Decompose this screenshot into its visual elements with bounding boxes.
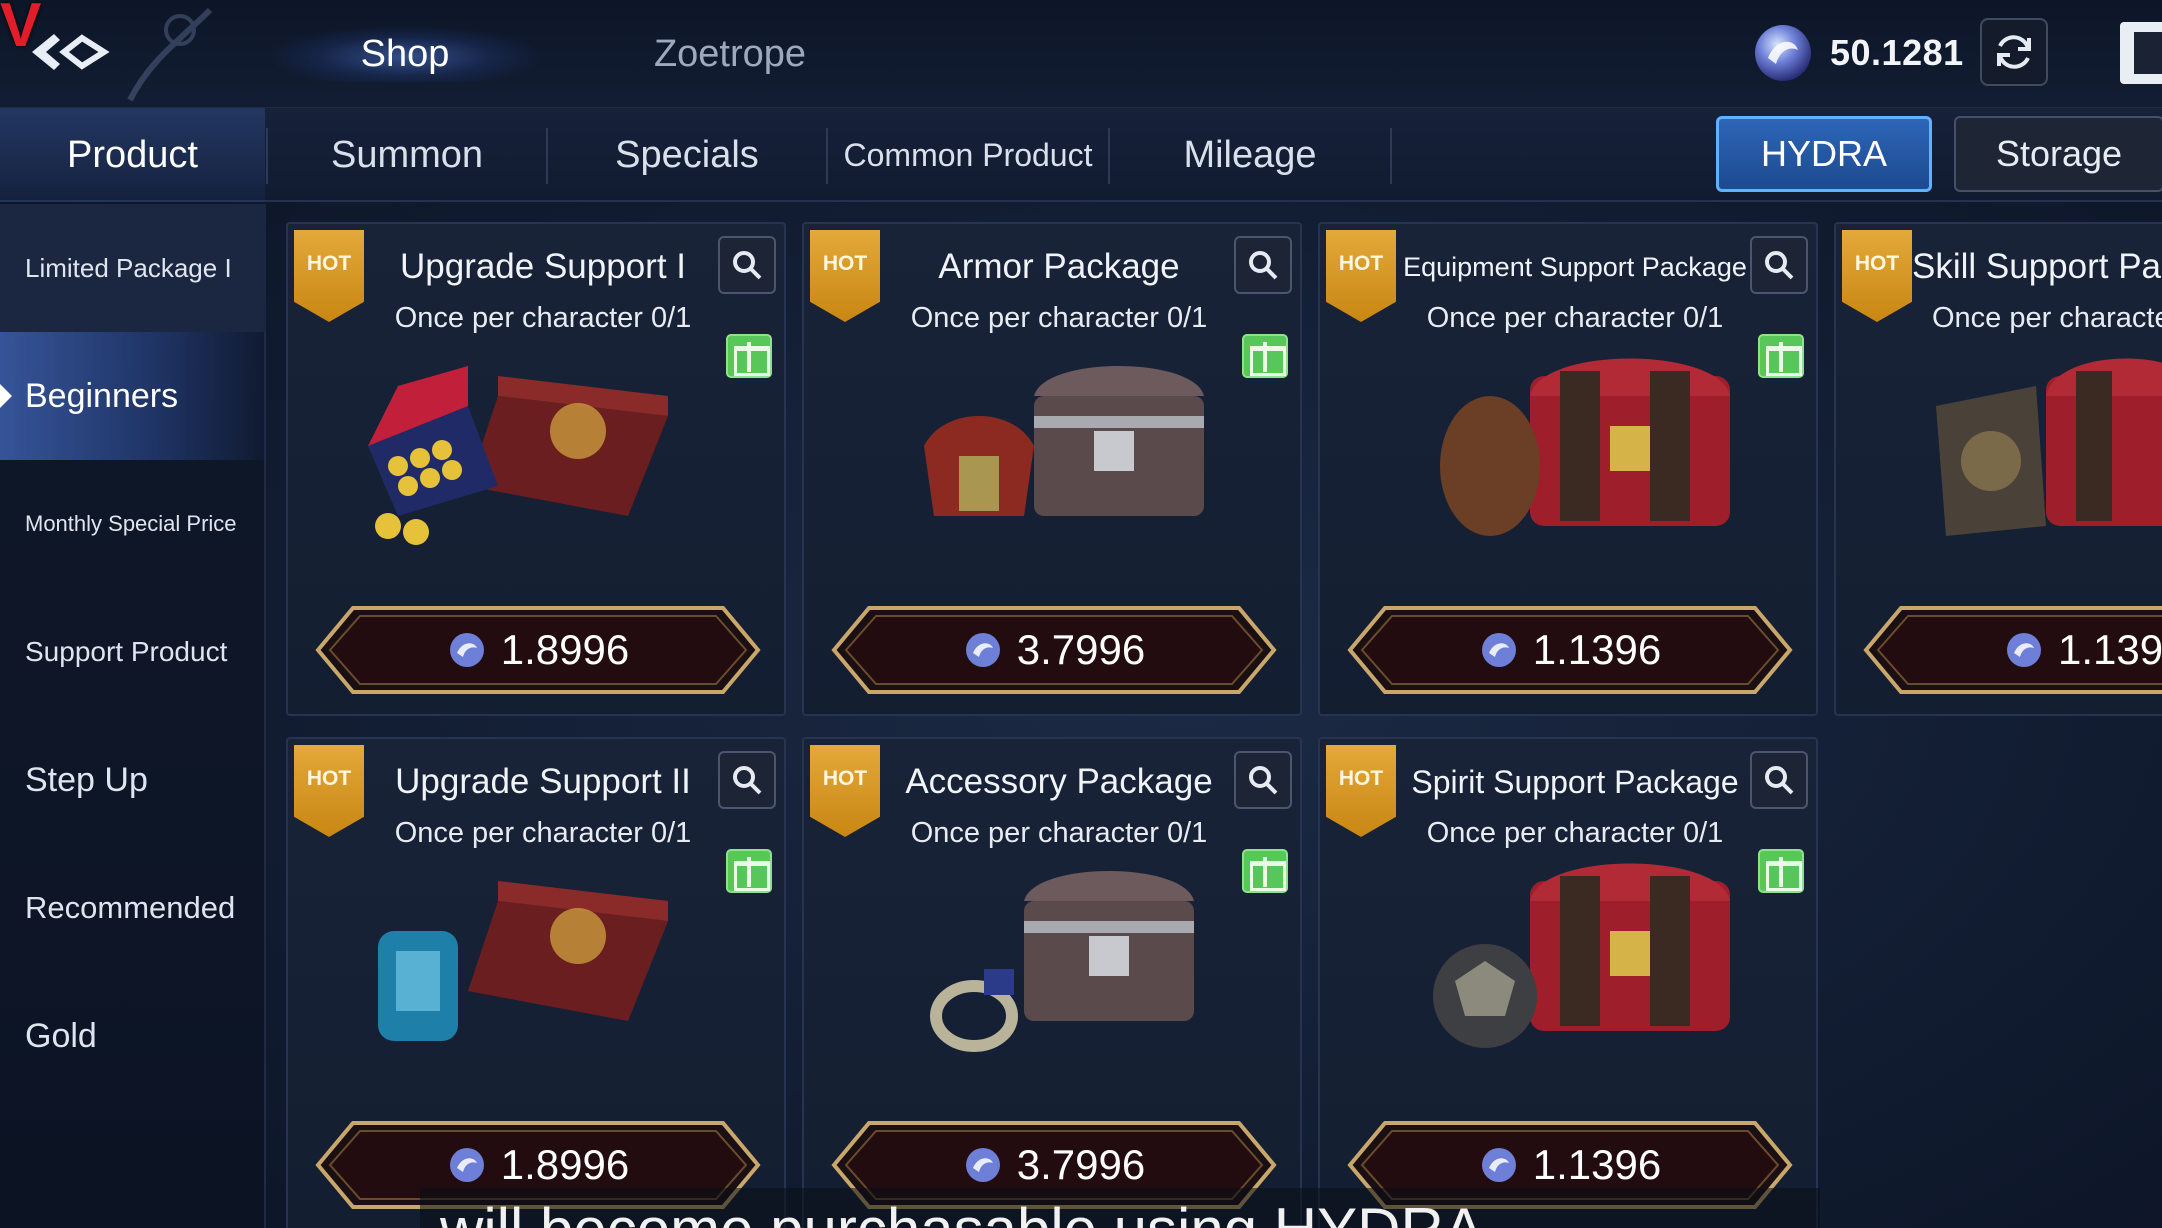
upgrade-box-icon: [368, 366, 668, 545]
tab-mileage[interactable]: Mileage: [1110, 108, 1390, 202]
preview-button[interactable]: [1750, 751, 1808, 809]
tab-common-product[interactable]: Common Product: [828, 108, 1108, 202]
product-card[interactable]: HOT Accessory Package Once per character…: [802, 737, 1302, 1228]
tab-shop[interactable]: Shop: [270, 26, 540, 82]
price-value: 1.8996: [500, 626, 630, 673]
tab-zoetrope[interactable]: Zoetrope: [600, 26, 860, 82]
price-button[interactable]: 1.1396: [1340, 602, 1800, 698]
currency-amount: 50.1281: [1830, 32, 1964, 73]
search-icon: [1249, 766, 1278, 795]
hydra-gem-icon: [2007, 633, 2041, 667]
armor-chest-icon: [924, 366, 1204, 516]
product-title: Accessory Package: [905, 762, 1213, 801]
search-icon: [1765, 766, 1794, 795]
subtitle-caption: will become purchasable using HYDRA: [440, 1190, 1800, 1228]
sidebar-item-label: Limited Package I: [25, 252, 232, 283]
product-title: Spirit Support Package: [1411, 763, 1739, 800]
preview-button[interactable]: [1234, 751, 1292, 809]
price-value: 1.1396: [1532, 626, 1662, 673]
product-title: Upgrade Support I: [399, 247, 686, 286]
hot-badge: HOT: [1842, 230, 1912, 322]
skill-chest-icon: [1936, 358, 2162, 536]
price-value: 1.8996: [500, 1141, 630, 1188]
sidebar-item-label: Recommended: [25, 890, 236, 925]
refresh-icon: [1997, 35, 2031, 69]
preview-button[interactable]: [1234, 236, 1292, 294]
search-icon: [733, 766, 762, 795]
shop-screen: V Shop Zoetrope 50.1281 Product Summon S…: [0, 0, 2162, 1228]
gift-icon[interactable]: [1242, 849, 1288, 893]
spirit-chest-icon: [1433, 863, 1730, 1048]
product-card[interactable]: HOT Upgrade Support II Once per characte…: [286, 737, 786, 1228]
accessory-chest-icon: [930, 871, 1194, 1052]
price-button[interactable]: 1.1396: [1856, 602, 2162, 698]
product-card[interactable]: HOT Upgrade Support I Once per character…: [286, 222, 786, 716]
preview-button[interactable]: [718, 751, 776, 809]
search-icon: [1765, 251, 1794, 280]
tab-product[interactable]: Product: [0, 108, 265, 202]
sidebar-item-step-up[interactable]: Step Up: [0, 716, 266, 844]
subtitle-caption-text: will become purchasable using HYDRA: [440, 1200, 1800, 1228]
price-value: 3.7996: [1016, 1141, 1146, 1188]
gift-icon[interactable]: [726, 849, 772, 893]
sidebar-item-limited-package[interactable]: Limited Package I: [0, 204, 266, 332]
divider: [1390, 128, 1392, 184]
exit-icon[interactable]: [2120, 22, 2162, 84]
ornament-icon: [127, 7, 213, 102]
hydra-gem-icon: [1755, 25, 1811, 81]
preview-button[interactable]: [1750, 236, 1808, 294]
product-card[interactable]: HOT Skill Support Pac Once per characte …: [1834, 222, 2162, 716]
tab-summon[interactable]: Summon: [268, 108, 546, 202]
sidebar-item-recommended[interactable]: Recommended: [0, 844, 266, 972]
gift-icon[interactable]: [726, 334, 772, 378]
currency-balance: 50.1281: [1750, 18, 1964, 88]
price-value: 1.1396: [1532, 1141, 1662, 1188]
sidebar-item-gold[interactable]: Gold: [0, 972, 266, 1100]
gift-icon[interactable]: [1758, 334, 1804, 378]
hydra-gem-icon: [965, 633, 1000, 667]
top-bar: V Shop Zoetrope 50.1281: [0, 0, 2162, 108]
hydra-gem-icon: [449, 633, 484, 667]
hydra-gem-icon: [1481, 1148, 1516, 1182]
price-value: 3.7996: [1016, 626, 1146, 673]
product-title: Skill Support Pac: [1912, 247, 2162, 286]
product-card[interactable]: HOT Spirit Support Package Once per char…: [1318, 737, 1818, 1228]
hydra-gem-icon: [449, 1148, 484, 1182]
refresh-button[interactable]: [1980, 18, 2048, 86]
sidebar-item-label: Support Product: [25, 636, 228, 667]
sidebar-item-label: Beginners: [25, 376, 179, 415]
sidebar-item-label: Monthly Special Price: [25, 511, 237, 536]
price-value: 1.1396: [2058, 626, 2162, 673]
product-title: Armor Package: [938, 247, 1180, 286]
gift-icon[interactable]: [1758, 849, 1804, 893]
sidebar: Limited Package I Beginners Monthly Spec…: [0, 204, 266, 1228]
sidebar-item-label: Step Up: [25, 760, 148, 799]
category-bar: Product Summon Specials Common Product M…: [0, 108, 2162, 202]
product-card[interactable]: HOT Equipment Support Package Once per c…: [1318, 222, 1818, 716]
equipment-chest-icon: [1440, 358, 1730, 536]
preview-button[interactable]: [718, 236, 776, 294]
charm-box-icon: [378, 881, 668, 1041]
back-button[interactable]: [20, 20, 120, 84]
sidebar-item-support-product[interactable]: Support Product: [0, 588, 266, 716]
price-button[interactable]: 3.7996: [824, 602, 1284, 698]
product-title: Equipment Support Package: [1403, 251, 1747, 282]
search-icon: [733, 251, 762, 280]
price-button[interactable]: 1.8996: [308, 602, 768, 698]
product-card[interactable]: HOT Armor Package Once per character 0/1…: [802, 222, 1302, 716]
back-arrow-icon: [32, 34, 110, 70]
hydra-gem-icon: [965, 1148, 1000, 1182]
tab-specials[interactable]: Specials: [548, 108, 826, 202]
hydra-gem-icon: [1481, 633, 1516, 667]
search-icon: [1249, 251, 1278, 280]
hydra-button[interactable]: HYDRA: [1716, 116, 1932, 192]
sidebar-item-monthly-special-price[interactable]: Monthly Special Price: [0, 460, 266, 588]
sidebar-item-beginners[interactable]: Beginners: [0, 332, 266, 460]
storage-button[interactable]: Storage: [1954, 116, 2162, 192]
sidebar-item-label: Gold: [25, 1016, 97, 1055]
product-title: Upgrade Support II: [395, 762, 691, 801]
gift-icon[interactable]: [1242, 334, 1288, 378]
